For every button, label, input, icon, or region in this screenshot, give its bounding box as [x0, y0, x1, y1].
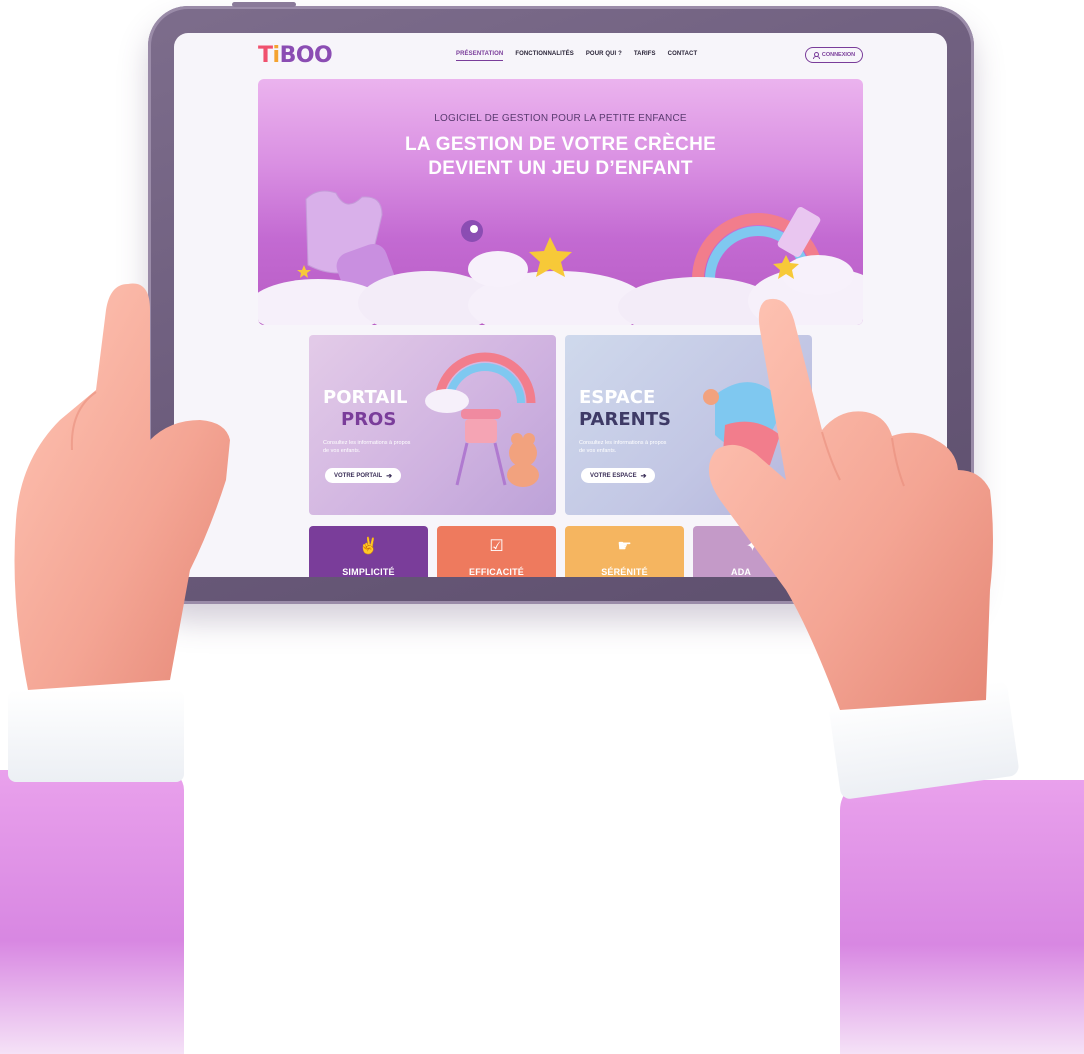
nav-item-presentation[interactable]: PRÉSENTATION	[456, 51, 504, 61]
right-sleeve	[840, 780, 1084, 1054]
check-icon: ☑	[489, 538, 504, 555]
login-label: CONNEXION	[821, 52, 856, 58]
left-hand	[14, 283, 230, 690]
feature-tile-simplicite[interactable]: ✌ SIMPLICITÉ	[309, 526, 428, 577]
left-sleeve	[0, 770, 184, 1054]
ok-hand-icon: ☛	[617, 538, 632, 555]
user-icon	[812, 51, 820, 59]
portail-pros-card[interactable]: PORTAIL PROS Consultez les informations …	[309, 335, 556, 515]
star-illustration	[529, 237, 572, 277]
feature-tile-efficacite[interactable]: ☑ EFFICACITÉ	[437, 526, 556, 577]
hand-snap-icon: ✌	[358, 538, 379, 555]
highchair-illustration	[425, 352, 539, 487]
tiboo-logo[interactable]: TiBOO	[258, 43, 333, 68]
nav-item-fonctionnalites[interactable]: FONCTIONNALITÉS	[515, 51, 574, 61]
nav-item-pour-qui[interactable]: POUR QUI ?	[586, 51, 622, 61]
nav-item-contact[interactable]: CONTACT	[668, 51, 698, 61]
tablet-top-button	[232, 2, 296, 7]
nav-item-tarifs[interactable]: TARIFS	[634, 51, 656, 61]
hero-illustration	[258, 190, 863, 325]
login-button[interactable]: CONNEXION	[805, 47, 863, 63]
main-nav: PRÉSENTATION FONCTIONNALITÉS POUR QUI ? …	[456, 51, 697, 61]
hero-banner: LOGICIEL DE GESTION POUR LA PETITE ENFAN…	[258, 79, 863, 325]
feature-tile-serenite[interactable]: ☛ SÉRÉNITÉ	[565, 526, 684, 577]
right-hand	[708, 298, 993, 710]
